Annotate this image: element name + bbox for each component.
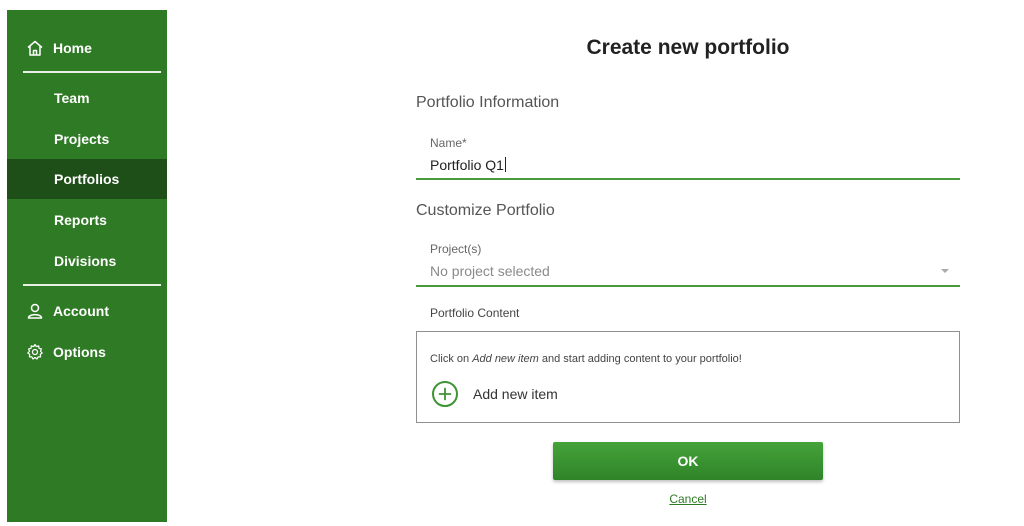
sidebar-divider <box>23 284 161 286</box>
sidebar-item-divisions[interactable]: Divisions <box>7 241 167 281</box>
ok-button[interactable]: OK <box>553 442 823 480</box>
content-hint: Click on Add new item and start adding c… <box>430 353 742 365</box>
home-icon <box>26 39 44 57</box>
sidebar-item-account[interactable]: Account <box>7 291 167 331</box>
page-title: Create new portfolio <box>586 36 790 59</box>
sidebar: Home Team Projects Portfolios Reports Di… <box>7 10 167 522</box>
user-icon <box>26 302 44 320</box>
projects-dropdown[interactable]: No project selected <box>430 263 550 279</box>
sidebar-item-portfolios[interactable]: Portfolios <box>7 159 167 199</box>
plus-circle-icon <box>432 381 458 407</box>
add-new-item-label: Add new item <box>473 386 558 402</box>
sidebar-item-label: Account <box>53 303 109 319</box>
name-field[interactable]: Portfolio Q1 <box>430 157 506 173</box>
sidebar-item-label: Team <box>54 90 90 106</box>
name-field-underline <box>416 178 960 180</box>
portfolio-content-label: Portfolio Content <box>430 306 520 320</box>
sidebar-divider <box>23 71 161 73</box>
gear-icon <box>26 343 44 361</box>
sidebar-item-team[interactable]: Team <box>7 78 167 118</box>
section-portfolio-information: Portfolio Information <box>416 94 560 111</box>
text-caret <box>504 157 506 172</box>
name-label: Name* <box>430 136 467 150</box>
sidebar-item-label: Projects <box>54 131 110 147</box>
sidebar-item-label: Reports <box>54 212 107 228</box>
sidebar-item-label: Options <box>53 344 106 360</box>
sidebar-item-label: Divisions <box>54 253 117 269</box>
sidebar-item-options[interactable]: Options <box>7 332 167 372</box>
cancel-link[interactable]: Cancel <box>553 492 823 506</box>
sidebar-item-home[interactable]: Home <box>7 28 167 68</box>
sidebar-item-label: Portfolios <box>54 171 120 187</box>
add-new-item-button[interactable]: Add new item <box>432 381 558 407</box>
sidebar-item-label: Home <box>53 40 92 56</box>
sidebar-item-reports[interactable]: Reports <box>7 200 167 240</box>
sidebar-item-projects[interactable]: Projects <box>7 119 167 159</box>
chevron-down-icon[interactable] <box>941 269 949 273</box>
section-customize-portfolio: Customize Portfolio <box>416 202 555 219</box>
projects-dropdown-underline <box>416 285 960 287</box>
name-value: Portfolio Q1 <box>430 157 504 173</box>
projects-label: Project(s) <box>430 242 482 256</box>
portfolio-content-box: Click on Add new item and start adding c… <box>416 331 960 423</box>
